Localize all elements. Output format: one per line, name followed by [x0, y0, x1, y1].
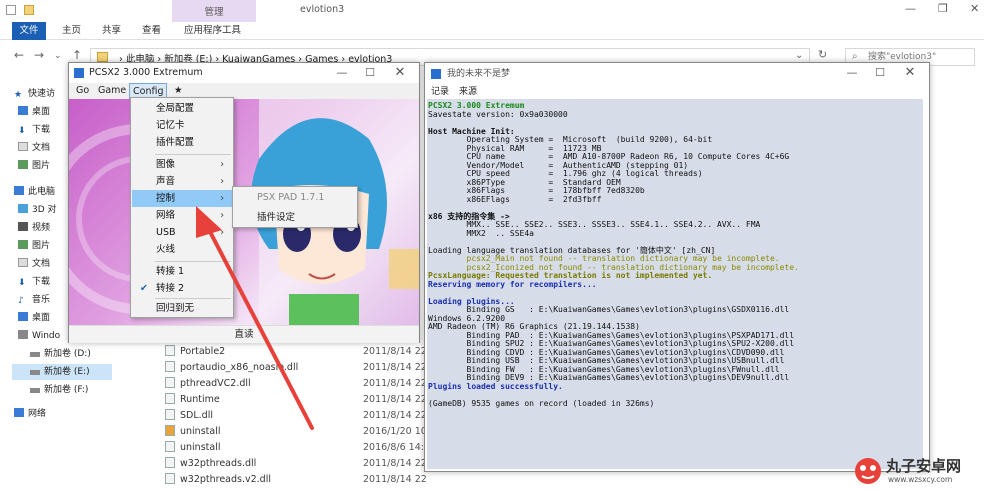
watermark-name: 丸子安卓网 — [886, 457, 962, 475]
arrow-shaft — [204, 222, 314, 430]
watermark-logo — [855, 458, 881, 484]
watermark-url: www.wzsxcy.com — [888, 475, 953, 484]
watermark: 丸子安卓网 www.wzsxcy.com — [852, 449, 982, 489]
arrow-head — [196, 206, 222, 238]
annotation-arrow — [196, 206, 314, 430]
